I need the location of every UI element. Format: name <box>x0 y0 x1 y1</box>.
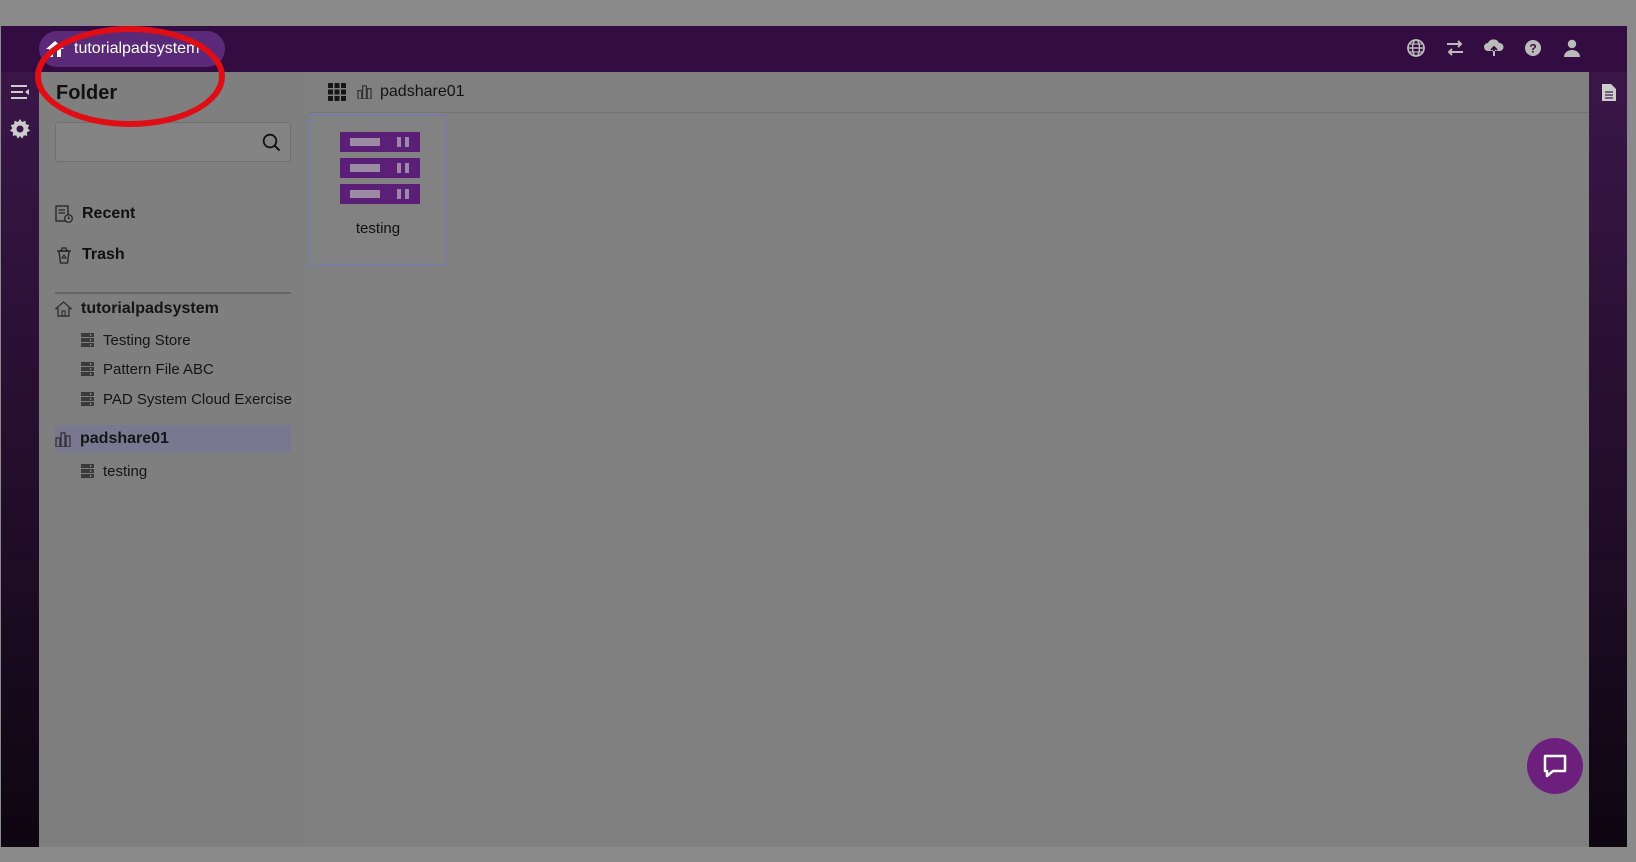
gear-icon[interactable] <box>9 118 31 140</box>
server-icon <box>81 362 94 376</box>
nav-recent-label: Recent <box>82 205 136 222</box>
nav-trash[interactable]: Trash <box>55 240 125 270</box>
tree-root-tutorialpadsystem[interactable]: tutorialpadsystem <box>55 295 219 323</box>
nav-recent[interactable]: Recent <box>55 199 135 229</box>
server-icon <box>340 132 420 204</box>
folder-title: Folder <box>56 82 118 104</box>
building-icon <box>55 431 71 447</box>
menu-toggle-icon[interactable] <box>9 81 31 103</box>
search-icon[interactable] <box>262 133 281 152</box>
home-icon <box>46 41 64 57</box>
search-box <box>55 122 291 162</box>
user-icon[interactable] <box>1561 37 1583 59</box>
nav-trash-label: Trash <box>82 246 125 263</box>
tree-item-label: Pattern File ABC <box>103 360 214 378</box>
tree-root-label: padshare01 <box>80 430 169 447</box>
globe-icon[interactable] <box>1405 37 1427 59</box>
tree-item-label: PAD System Cloud Exercise <box>103 390 292 408</box>
main-toolbar: padshare01 <box>309 72 1589 113</box>
main-content: padshare01 testing <box>309 72 1589 847</box>
sidebar-divider <box>55 292 291 294</box>
server-icon <box>81 464 94 478</box>
right-rail <box>1589 72 1627 847</box>
tree-item-testing[interactable]: testing <box>81 457 147 485</box>
home-outline-icon <box>55 301 72 317</box>
grid-view-icon[interactable] <box>328 83 346 101</box>
home-label: tutorialpadsystem <box>74 40 200 57</box>
cloud-upload-icon[interactable] <box>1483 37 1505 59</box>
top-icons: ? <box>1405 37 1583 59</box>
help-icon[interactable]: ? <box>1522 37 1544 59</box>
app-window: tutorialpadsystem ? Folder Recent Trash … <box>1 26 1627 847</box>
breadcrumb-label: padshare01 <box>380 83 465 100</box>
top-bar: tutorialpadsystem ? <box>1 26 1627 72</box>
tile-label: testing <box>355 220 401 237</box>
folder-tile-testing[interactable]: testing <box>309 114 447 266</box>
tree-item-label: testing <box>103 462 148 480</box>
chat-icon <box>1543 754 1567 778</box>
server-icon <box>81 392 94 406</box>
left-rail <box>1 72 39 847</box>
folder-sidebar: Folder Recent Trash tutorialpadsystem Te… <box>39 72 308 847</box>
home-button[interactable]: tutorialpadsystem <box>39 31 225 67</box>
tree-item-label: Testing Store <box>103 331 191 349</box>
chat-button[interactable] <box>1527 738 1583 794</box>
building-icon <box>357 85 372 99</box>
breadcrumb[interactable]: padshare01 <box>357 83 465 101</box>
tree-item-pattern-file-abc[interactable]: Pattern File ABC <box>81 355 214 383</box>
server-icon <box>81 333 94 347</box>
trash-icon <box>57 247 71 264</box>
transfer-icon[interactable] <box>1444 37 1466 59</box>
search-input[interactable] <box>64 131 258 155</box>
svg-text:?: ? <box>1529 42 1536 56</box>
tree-item-pad-system-cloud-exercise[interactable]: PAD System Cloud Exercise <box>81 385 292 413</box>
document-icon[interactable] <box>1598 81 1620 103</box>
tree-root-padshare01[interactable]: padshare01 <box>55 425 169 453</box>
tree-root-label: tutorialpadsystem <box>81 300 219 317</box>
tree-item-testing-store[interactable]: Testing Store <box>81 326 191 354</box>
recent-icon <box>55 205 73 223</box>
